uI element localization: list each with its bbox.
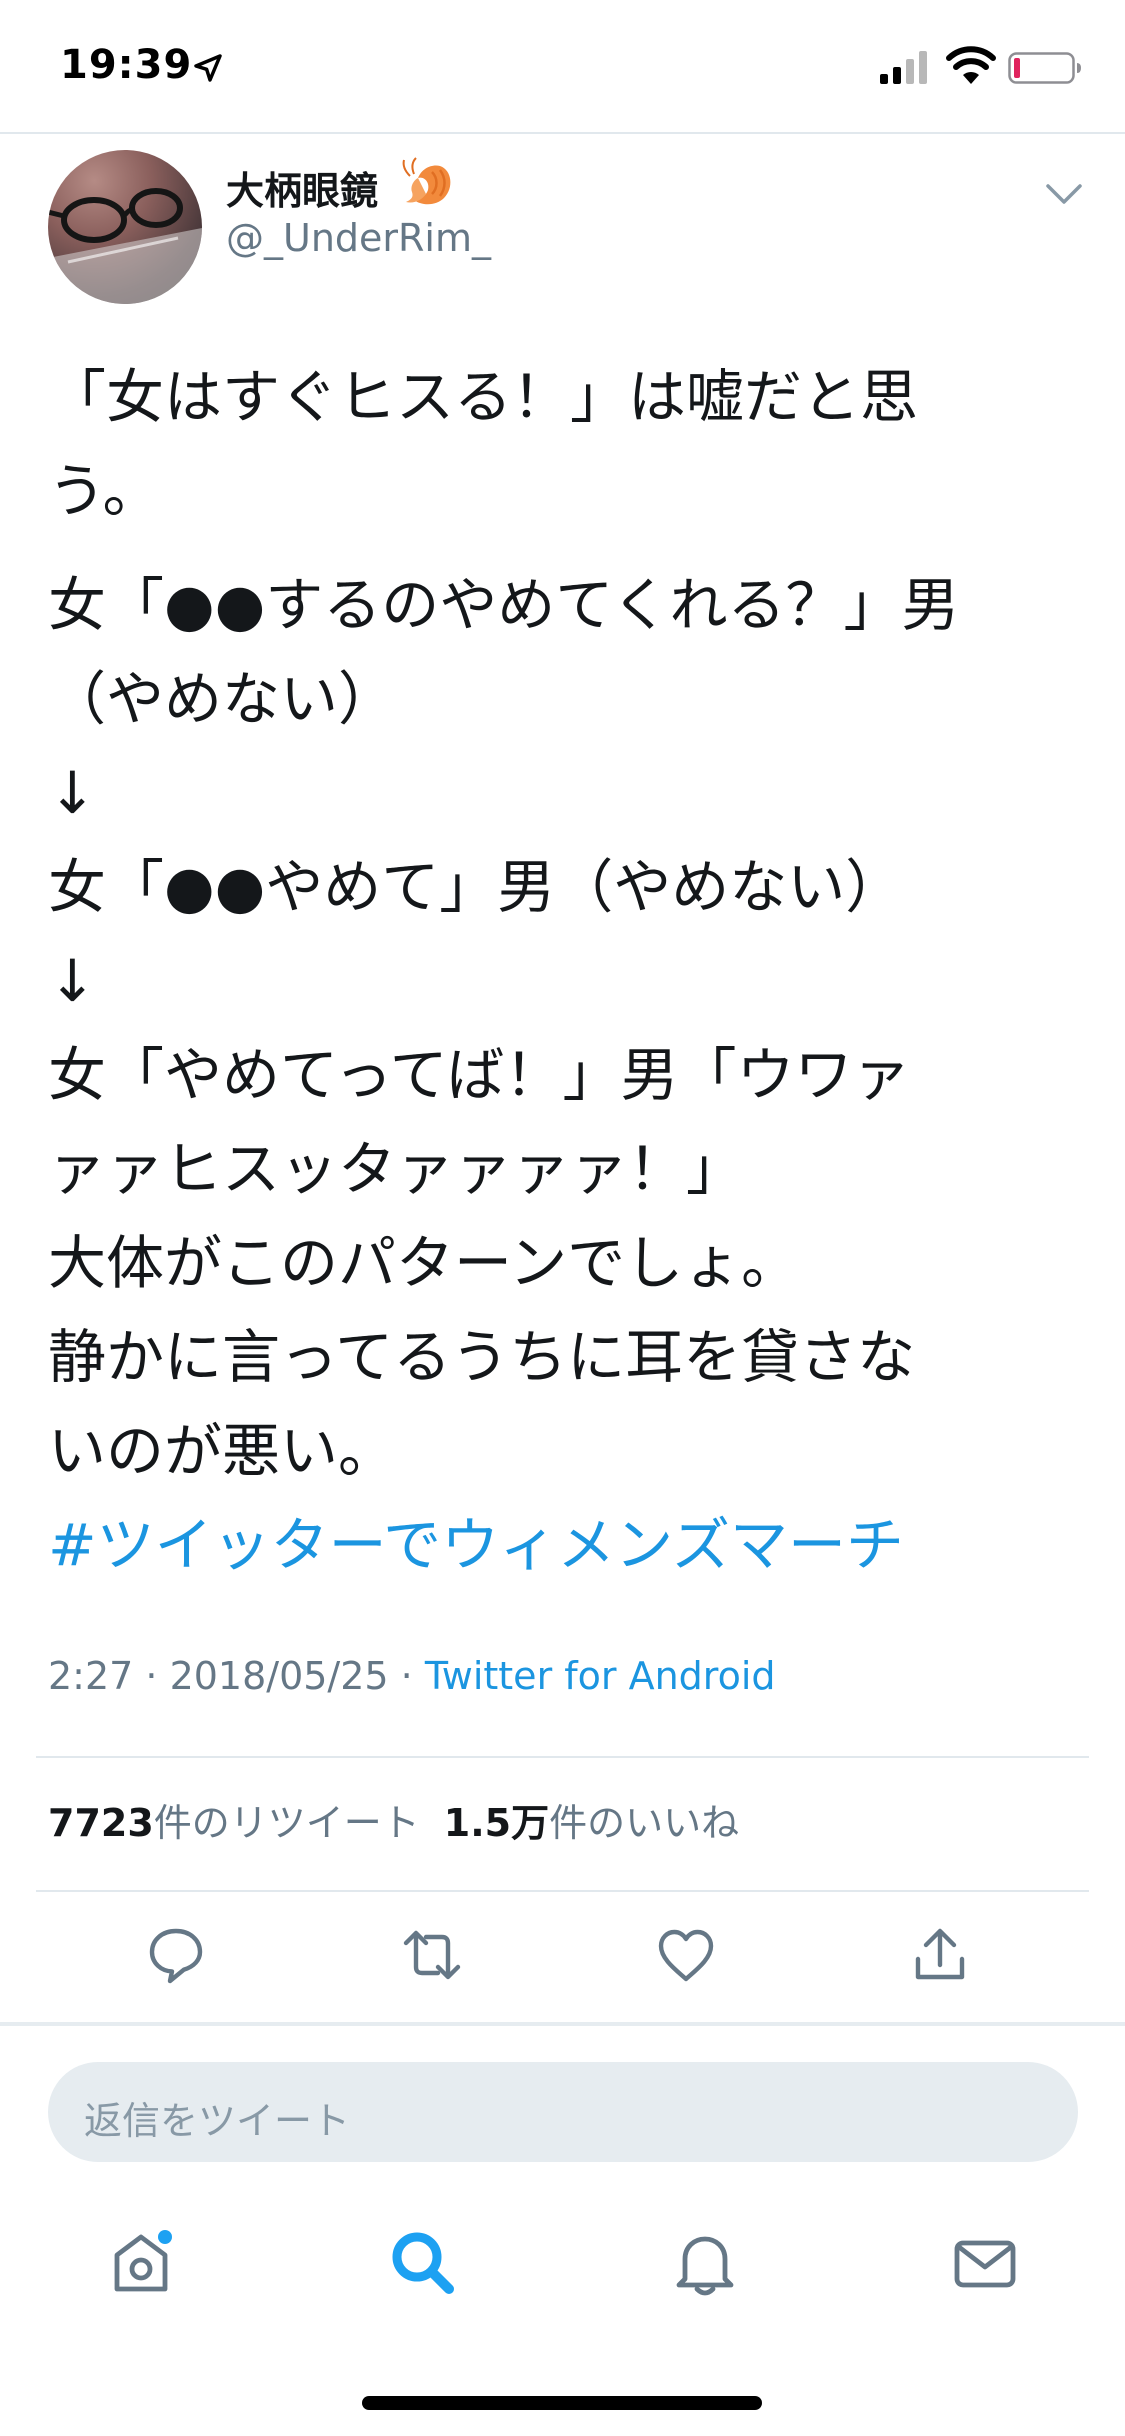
battery-low-icon bbox=[1008, 52, 1081, 84]
tweet-text-line: 大体がこのパターンでしょ。 bbox=[48, 1229, 800, 1297]
tweet-text-line: （やめない） bbox=[48, 665, 397, 733]
cellular-signal-icon bbox=[880, 51, 927, 84]
tweet-text-line: 女「●●するのやめてくれる？」男 bbox=[48, 571, 960, 639]
stats-divider-bottom bbox=[36, 1890, 1089, 1892]
tweet-text-line: いのが悪い。 bbox=[48, 1417, 397, 1485]
tweet-stats: 7723件のリツイート 1.5万件のいいね bbox=[48, 1792, 739, 1847]
header-divider bbox=[0, 132, 1125, 134]
hashtag-link[interactable]: #ツイッターでウィメンズマーチ bbox=[48, 1498, 1088, 1592]
retweet-count: 7723 bbox=[48, 1801, 154, 1845]
home-icon bbox=[114, 2230, 172, 2292]
tweet-text-line: 女「●●やめて」男（やめない） bbox=[48, 853, 904, 921]
tweet-text-line: 女「やめてってば！」男「ウワァ bbox=[48, 1041, 911, 1109]
retweet-button[interactable] bbox=[392, 1920, 472, 1990]
like-button[interactable] bbox=[646, 1920, 726, 1990]
tweet-text-line: ↓ bbox=[48, 947, 97, 1015]
tab-notifications[interactable] bbox=[660, 2218, 750, 2308]
chevron-down-icon[interactable] bbox=[1044, 180, 1084, 208]
tweet-text-line: ァァヒスッタァァァァ！」 bbox=[48, 1135, 745, 1203]
notifications-icon bbox=[676, 2236, 734, 2296]
author-display-name[interactable]: 大柄眼鏡 bbox=[226, 160, 378, 215]
retweet-icon bbox=[403, 1930, 461, 1980]
messages-icon bbox=[954, 2240, 1016, 2288]
tab-search[interactable] bbox=[378, 2218, 468, 2308]
actions-divider bbox=[0, 2022, 1125, 2026]
tweet-source-link[interactable]: Twitter for Android bbox=[425, 1654, 776, 1698]
reply-button[interactable] bbox=[136, 1920, 216, 1990]
tweet-text-line: ↓ bbox=[48, 759, 97, 827]
status-bar: 19:39 bbox=[0, 0, 1125, 132]
like-label: 件のいいね bbox=[549, 1801, 740, 1845]
retweet-stat[interactable]: 7723件のリツイート bbox=[48, 1801, 420, 1845]
share-button[interactable] bbox=[900, 1920, 980, 1990]
tweet-text-line: 静かに言ってるうちに耳を貸さな bbox=[48, 1323, 916, 1391]
tweet-meta: 2:27 · 2018/05/25 · Twitter for Android bbox=[48, 1654, 776, 1698]
tab-messages[interactable] bbox=[940, 2218, 1030, 2308]
tweet-text: 「女はすぐヒスる！」は嘘だと思 う。 女「●●するのやめてくれる？」男 （やめな… bbox=[48, 350, 1088, 1592]
search-icon bbox=[392, 2232, 454, 2294]
tweet-timestamp: 2:27 · 2018/05/25 · bbox=[48, 1654, 425, 1698]
retweet-label: 件のリツイート bbox=[153, 1801, 420, 1845]
tweet-text-line: 「女はすぐヒスる！」は嘘だと思 bbox=[48, 363, 919, 431]
tab-home[interactable] bbox=[96, 2218, 186, 2308]
stats-divider-top bbox=[36, 1756, 1089, 1758]
status-time: 19:39 bbox=[60, 42, 193, 88]
shrimp-icon bbox=[402, 157, 451, 205]
reply-input[interactable]: 返信をツイート bbox=[48, 2062, 1078, 2162]
reply-icon bbox=[149, 1928, 203, 1984]
wifi-icon bbox=[946, 46, 996, 84]
glasses-photo-icon bbox=[48, 188, 202, 304]
like-count: 1.5万 bbox=[443, 1801, 550, 1845]
author-screen-name[interactable]: @_UnderRim_ bbox=[226, 216, 491, 260]
reply-placeholder: 返信をツイート bbox=[84, 2099, 351, 2143]
location-arrow-icon bbox=[194, 54, 222, 82]
tweet-text-line: う。 bbox=[48, 457, 161, 525]
author-avatar[interactable] bbox=[48, 150, 202, 304]
like-stat[interactable]: 1.5万件のいいね bbox=[444, 1801, 739, 1845]
home-indicator bbox=[362, 2396, 762, 2410]
share-icon bbox=[915, 1928, 965, 1980]
like-icon bbox=[658, 1929, 714, 1982]
